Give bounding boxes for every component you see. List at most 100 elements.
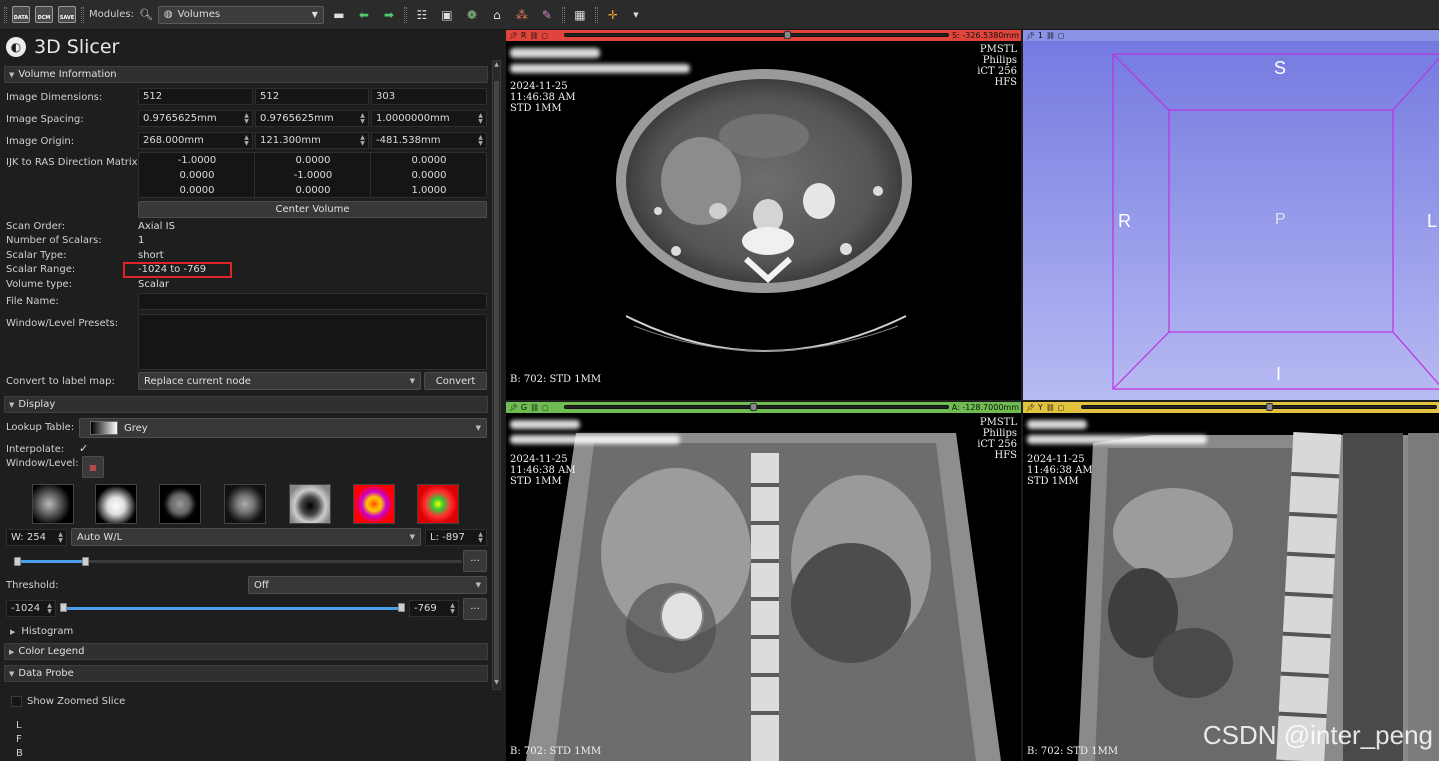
study-time: 11:46:38 AM — [510, 465, 576, 476]
redacted-patient-info — [1027, 420, 1087, 429]
image-spacing-y[interactable]: 0.9765625mm ▲ ▼ — [255, 110, 369, 127]
toolbar-grip[interactable] — [4, 6, 7, 23]
threshold-max-spinbox[interactable]: -769 ▲ ▼ — [409, 600, 459, 617]
volume-information-header[interactable]: ▼ Volume Information — [4, 66, 488, 83]
markups-icon[interactable]: ⁂ — [512, 6, 532, 24]
convert-option-value: Replace current node — [144, 375, 251, 387]
slice-offset-slider[interactable] — [564, 31, 949, 39]
data-icon[interactable]: DATA — [12, 6, 30, 23]
pin-icon[interactable]: 📌︎ — [509, 32, 518, 40]
wl-presets-list[interactable] — [138, 314, 487, 370]
auto-wl-select[interactable]: Auto W/L ▼ — [71, 528, 421, 546]
wl-presets-icon[interactable]: ▦ — [82, 456, 104, 478]
link-icon[interactable]: ⛓︎ — [1046, 404, 1055, 412]
level-spinbox[interactable]: L: -897 ▲ ▼ — [425, 529, 487, 546]
search-icon[interactable]: 🔍︎ — [139, 8, 153, 21]
convert-button[interactable]: Convert — [424, 372, 487, 390]
spin-arrows-icon[interactable]: ▲ ▼ — [477, 135, 484, 147]
editor-icon[interactable]: ✎ — [537, 6, 557, 24]
file-name-field[interactable] — [138, 293, 487, 310]
toolbar-grip[interactable] — [81, 6, 84, 23]
link-icon[interactable]: ⛓︎ — [530, 404, 539, 412]
show-zoomed-slice-checkbox[interactable] — [11, 696, 22, 707]
image-spacing-z[interactable]: 1.0000000mm ▲ ▼ — [371, 110, 487, 127]
slice-offset-slider[interactable] — [1081, 403, 1437, 411]
link-icon[interactable]: ⛓︎ — [529, 32, 538, 40]
wl-slider-min-handle[interactable] — [14, 557, 21, 566]
slice-offset-handle[interactable] — [1266, 403, 1273, 411]
yellow-left-overlay: 2024-11-25 11:46:38 AM STD 1MM — [1027, 454, 1093, 487]
cube-icon[interactable]: ▣ — [437, 6, 457, 24]
threshold-max-handle[interactable] — [398, 603, 405, 612]
spin-arrows-icon[interactable]: ▲ ▼ — [359, 135, 366, 147]
threshold-options-button[interactable]: ··· — [463, 598, 487, 620]
scroll-up-icon[interactable]: ▲ — [493, 61, 500, 71]
data-module-icon[interactable]: ☷ — [412, 6, 432, 24]
3d-view[interactable]: 📌︎ 1 ⛓︎ ▢ S I R L P — [1023, 30, 1439, 400]
image-origin-z[interactable]: -481.538mm ▲ ▼ — [371, 132, 487, 149]
dcm-icon[interactable]: DCM — [35, 6, 53, 23]
spin-arrows-icon[interactable]: ▲ ▼ — [449, 603, 456, 615]
center-volume-button[interactable]: Center Volume — [138, 201, 487, 218]
pin-icon[interactable]: 📌︎ — [509, 404, 518, 412]
preset-pet-heat-thumbnail[interactable] — [353, 484, 395, 524]
threshold-min-handle[interactable] — [60, 603, 67, 612]
spin-arrows-icon[interactable]: ▲ ▼ — [57, 532, 64, 544]
preset-ct-bone-thumbnail[interactable] — [32, 484, 74, 524]
image-spacing-x[interactable]: 0.9765625mm ▲ ▼ — [138, 110, 253, 127]
forward-arrow-icon[interactable]: ➡ — [379, 6, 399, 24]
preset-ct-abdomen-thumbnail[interactable] — [224, 484, 266, 524]
models-icon[interactable]: ❁ — [462, 6, 482, 24]
spin-arrows-icon[interactable]: ▲ ▼ — [46, 603, 53, 615]
spin-arrows-icon[interactable]: ▲ ▼ — [243, 135, 250, 147]
color-legend-header[interactable]: ▶ Color Legend — [4, 643, 488, 660]
module-selector[interactable]: ◍ Volumes ▼ — [157, 5, 324, 24]
preset-pet-rainbow-thumbnail[interactable] — [417, 484, 459, 524]
preset-ct-lung-thumbnail[interactable] — [289, 484, 331, 524]
preset-ct-air-thumbnail[interactable] — [95, 484, 137, 524]
green-slice-view[interactable]: 📌︎ G ⛓︎ ▢ A: -128.7000mm 2024-11-25 11:4… — [506, 402, 1021, 761]
maximize-icon[interactable]: ▢ — [1058, 404, 1065, 412]
display-header[interactable]: ▼ Display — [4, 396, 488, 413]
slice-offset-handle[interactable] — [784, 31, 791, 39]
chevron-down-icon[interactable]: ▼ — [628, 6, 644, 24]
slice-offset-slider[interactable] — [564, 403, 949, 411]
toolbar-grip[interactable] — [403, 6, 407, 23]
histogram-collapsible[interactable]: ▶ Histogram — [10, 626, 73, 637]
data-probe-header[interactable]: ▼ Data Probe — [4, 665, 488, 682]
image-origin-y[interactable]: 121.300mm ▲ ▼ — [255, 132, 369, 149]
wl-slider-options-button[interactable]: ··· — [463, 550, 487, 572]
pin-icon[interactable]: 📌︎ — [1026, 404, 1035, 412]
convert-option-select[interactable]: Replace current node ▼ — [138, 372, 421, 390]
image-origin-x[interactable]: 268.000mm ▲ ▼ — [138, 132, 253, 149]
image-dimension-y: 512 — [255, 88, 369, 105]
maximize-icon[interactable]: ▢ — [541, 32, 548, 40]
crosshair-icon[interactable]: ✛ — [603, 6, 623, 24]
layout-icon[interactable]: ▦ — [570, 6, 590, 24]
spin-arrows-icon[interactable]: ▲ ▼ — [477, 113, 484, 125]
toolbar-grip[interactable] — [594, 6, 598, 23]
red-slice-view[interactable]: 📌︎ R ⛓︎ ▢ S: -326.5380mm 2024-11-25 11:4… — [506, 30, 1021, 400]
threshold-select[interactable]: Off ▼ — [248, 576, 487, 594]
panel-scrollbar[interactable]: ▲ ▼ — [492, 60, 501, 690]
back-arrow-icon[interactable]: ⬅ — [354, 6, 374, 24]
spin-arrows-icon[interactable]: ▲ ▼ — [477, 532, 484, 544]
image-origin-label: Image Origin: — [6, 136, 75, 147]
toolbar-grip[interactable] — [561, 6, 565, 23]
save-icon[interactable]: SAVE — [58, 6, 76, 23]
preset-ct-brain-thumbnail[interactable] — [159, 484, 201, 524]
module-history-icon[interactable]: ▬ — [329, 6, 349, 24]
scrollbar-thumb[interactable] — [494, 81, 499, 681]
spin-arrows-icon[interactable]: ▲ ▼ — [243, 113, 250, 125]
transforms-icon[interactable]: ⌂ — [487, 6, 507, 24]
lookup-table-select[interactable]: Grey ▼ — [79, 418, 487, 438]
interpolate-checkbox[interactable]: ✓ — [79, 442, 88, 455]
spin-arrows-icon[interactable]: ▲ ▼ — [359, 113, 366, 125]
threshold-min-spinbox[interactable]: -1024 ▲ ▼ — [6, 600, 56, 617]
yellow-slice-view[interactable]: 📌︎ Y ⛓︎ ▢ 2024-11-25 11:46:38 AM STD 1MM — [1023, 402, 1439, 761]
slice-offset-handle[interactable] — [750, 403, 757, 411]
maximize-icon[interactable]: ▢ — [542, 404, 549, 412]
window-spinbox[interactable]: W: 254 ▲ ▼ — [6, 529, 67, 546]
scroll-down-icon[interactable]: ▼ — [493, 679, 500, 689]
wl-slider-max-handle[interactable] — [82, 557, 89, 566]
